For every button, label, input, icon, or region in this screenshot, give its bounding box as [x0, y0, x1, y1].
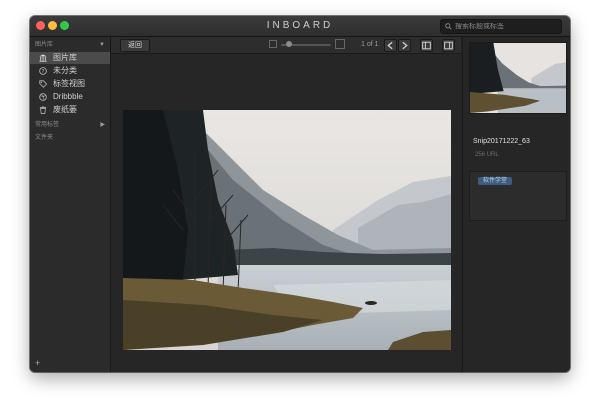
tag-icon [39, 80, 47, 88]
sidebar-section-folders[interactable]: 文件夹 [35, 133, 107, 143]
arrow-right-icon [402, 41, 408, 50]
sidebar-item-label: 未分类 [53, 66, 77, 75]
sidebar-right-icon [444, 41, 453, 50]
tag-panel[interactable]: 软件学堂 [469, 171, 567, 221]
svg-text:?: ? [42, 69, 45, 75]
inspector-panel: Snip20171222_63 256 URL 软件学堂 [462, 37, 570, 372]
previous-button[interactable] [384, 39, 397, 52]
question-icon: ? [39, 67, 47, 75]
toggle-inspector-button[interactable] [442, 39, 455, 52]
zoom-out-icon[interactable] [269, 40, 277, 48]
main-view: 返回 1 of 1 [111, 37, 461, 372]
image-canvas[interactable] [111, 54, 461, 372]
sidebar-section-tags[interactable]: 常用标签 ▶ [35, 120, 107, 130]
landscape-thumbnail [470, 43, 566, 113]
sidebar-item-label: 图片库 [53, 53, 77, 62]
library-icon [39, 54, 47, 62]
sidebar-section-label: 常用标签 [35, 122, 60, 128]
thumbnail-image[interactable] [469, 42, 567, 114]
chevron-down-icon: ▼ [99, 42, 105, 48]
file-url-meta: 256 URL [475, 152, 499, 158]
zoom-in-icon[interactable] [335, 39, 345, 49]
sidebar-section-library[interactable]: 图片库 ▼ [35, 40, 107, 50]
sidebar-item-label: 废纸篓 [53, 105, 77, 114]
sidebar-item-label: Dribbble [53, 92, 83, 101]
sidebar: 图片库 ▼ 图片库 ? 未分类 标签视图 Dribbble 废纸篓 常用标签 ▶… [30, 37, 111, 372]
next-button[interactable] [398, 39, 411, 52]
sidebar-section-label: 文件夹 [35, 135, 54, 141]
toolbar: 返回 1 of 1 [111, 37, 461, 54]
sidebar-item-library[interactable]: 图片库 [30, 52, 110, 64]
trash-icon [39, 106, 47, 114]
toggle-sidebar-button[interactable] [420, 39, 433, 52]
sidebar-item-tag-view[interactable]: 标签视图 [30, 78, 110, 90]
sidebar-item-dribbble[interactable]: Dribbble [30, 91, 110, 103]
search-icon [445, 23, 452, 30]
page-counter: 1 of 1 [361, 41, 379, 48]
preview-image[interactable] [123, 110, 451, 350]
title-bar: INBOARD [30, 16, 570, 37]
back-button[interactable]: 返回 [120, 39, 150, 52]
landscape-photo [123, 110, 451, 350]
zoom-slider-thumb[interactable] [285, 41, 292, 47]
sidebar-item-label: 标签视图 [53, 79, 85, 88]
arrow-left-icon [387, 41, 393, 50]
sidebar-item-uncategorized[interactable]: ? 未分类 [30, 65, 110, 77]
search-input[interactable] [455, 23, 555, 30]
sidebar-item-trash[interactable]: 废纸篓 [30, 104, 110, 116]
search-box[interactable] [440, 19, 562, 34]
tag-chip[interactable]: 软件学堂 [478, 177, 513, 185]
sidebar-left-icon [422, 41, 431, 50]
dribbble-icon [39, 93, 47, 101]
chevron-right-icon: ▶ [100, 122, 105, 128]
app-window: INBOARD 图片库 ▼ 图片库 [30, 16, 570, 372]
add-icon[interactable]: + [35, 358, 40, 368]
file-name[interactable]: Snip20171222_63 [473, 138, 530, 145]
sidebar-section-label: 图片库 [35, 42, 54, 48]
